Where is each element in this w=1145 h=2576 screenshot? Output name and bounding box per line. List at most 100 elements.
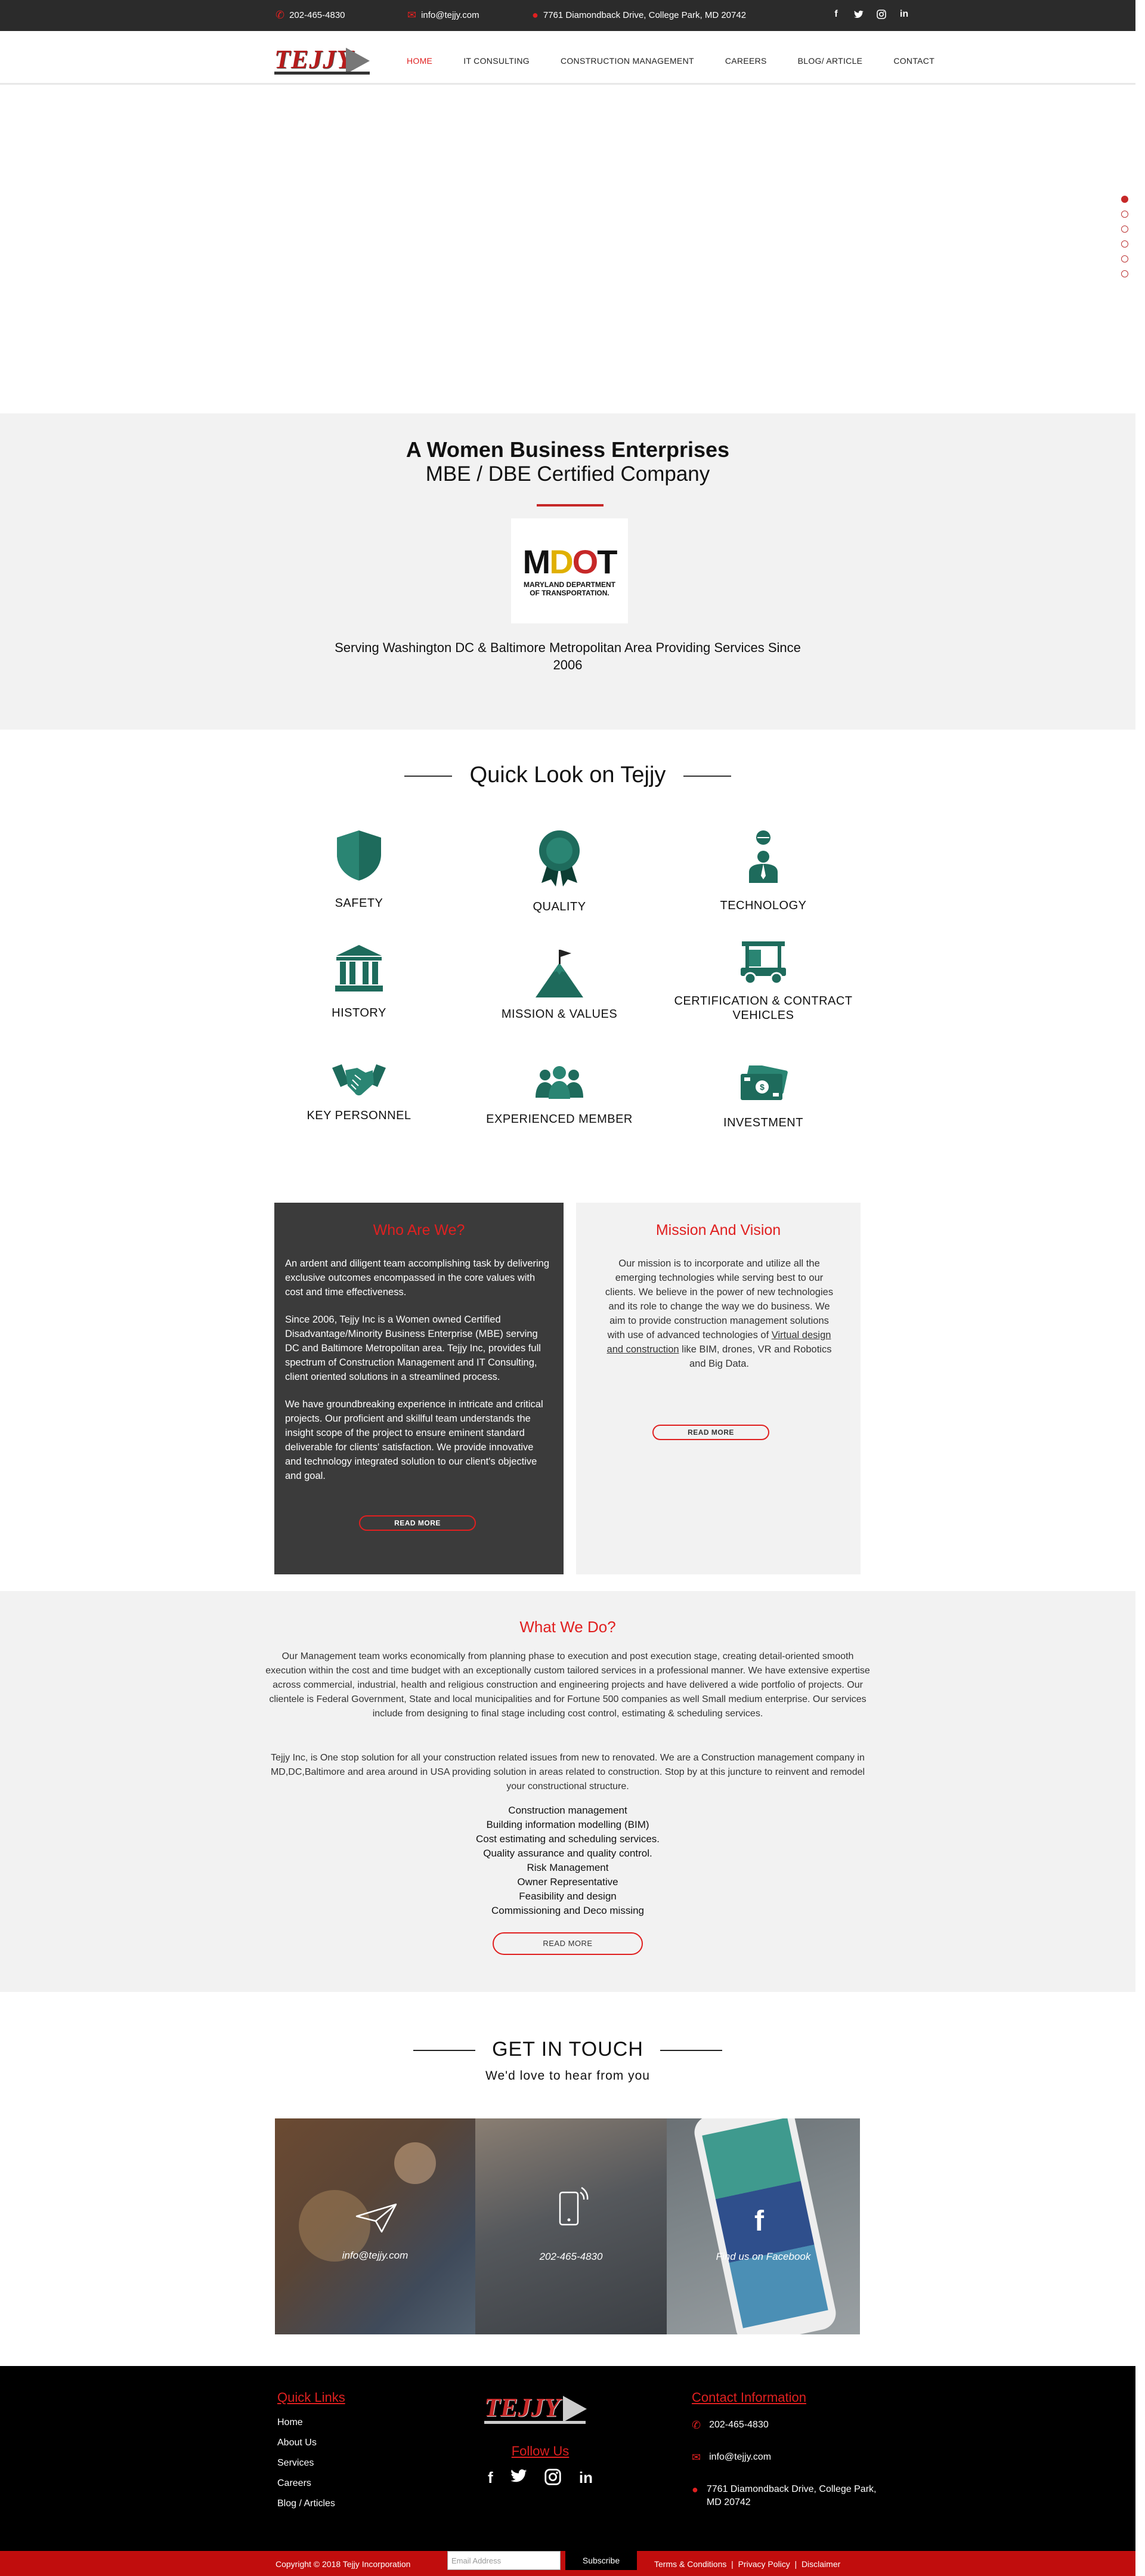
- who-title: Who Are We?: [373, 1222, 465, 1238]
- facebook-tile-text: Find us on Facebook: [716, 2251, 811, 2262]
- nav-item-it-consulting[interactable]: IT CONSULTING: [463, 56, 530, 66]
- mail-icon: ✉: [692, 2451, 701, 2463]
- slider-dot[interactable]: [1121, 196, 1128, 203]
- quicklook-experienced-member[interactable]: EXPERIENCED MEMBER: [464, 1064, 655, 1126]
- wbe-subtitle: MBE / DBE Certified Company: [425, 462, 710, 486]
- wwd-title: What We Do?: [519, 1618, 616, 1636]
- serving-text: Serving Washington DC & Baltimore Metrop…: [335, 640, 801, 672]
- quicklook-technology[interactable]: TECHNOLOGY: [668, 828, 859, 913]
- main-navigation: TEJJY HOME IT CONSULTING CONSTRUCTION MA…: [0, 31, 1135, 85]
- topbar-address-text: 7761 Diamondback Drive, College Park, MD…: [543, 10, 747, 20]
- email-tile[interactable]: info@tejjy.com: [275, 2118, 475, 2334]
- slider-dot[interactable]: [1121, 226, 1128, 233]
- nav-item-blog[interactable]: BLOG/ ARTICLE: [798, 56, 863, 66]
- lightbulb-person-icon: [749, 830, 778, 883]
- quicklook-label: SAFETY: [335, 897, 383, 910]
- nav-item-construction-management[interactable]: CONSTRUCTION MANAGEMENT: [561, 56, 694, 66]
- facebook-tile[interactable]: f Find us on Facebook: [667, 2118, 860, 2334]
- terms-link[interactable]: Terms & Conditions: [654, 2559, 726, 2569]
- who-paragraph-1: An ardent and diligent team accomplishin…: [285, 1258, 550, 1298]
- footer-link-home[interactable]: Home: [277, 2413, 345, 2433]
- facebook-icon[interactable]: f: [829, 7, 843, 21]
- facebook-icon[interactable]: f: [488, 2469, 493, 2489]
- svg-text:$: $: [760, 1082, 765, 1092]
- quicklook-investment[interactable]: $ INVESTMENT: [668, 1065, 859, 1130]
- service-item: Feasibility and design: [519, 1891, 617, 1902]
- quicklook-certification[interactable]: CERTIFICATION & CONTRACT VEHICLES: [668, 940, 859, 1023]
- wwd-paragraph-1: Our Management team works economically f…: [265, 1651, 870, 1719]
- hero-slider: [0, 87, 1135, 413]
- mdot-line2: OF TRANSPORTATION.: [530, 589, 609, 597]
- footer-email[interactable]: ✉ info@tejjy.com: [692, 2451, 889, 2464]
- quicklook-mission-values[interactable]: MISSION & VALUES: [464, 949, 655, 1021]
- service-item: Owner Representative: [517, 1876, 618, 1888]
- slider-dot[interactable]: [1121, 255, 1128, 262]
- quicklook-history[interactable]: HISTORY: [264, 943, 454, 1020]
- get-in-touch-title-text: GET IN TOUCH: [492, 2038, 643, 2061]
- privacy-link[interactable]: Privacy Policy: [738, 2559, 790, 2569]
- instagram-icon[interactable]: [544, 2469, 562, 2489]
- service-item: Cost estimating and scheduling services.: [475, 1833, 660, 1845]
- subscribe-button[interactable]: Subscribe: [565, 2551, 637, 2570]
- copyright-text: Copyright © 2018 Tejjy Incorporation: [276, 2559, 411, 2569]
- newsletter-email-input[interactable]: Email Address: [447, 2551, 561, 2570]
- tejjy-logo[interactable]: TEJJY: [274, 44, 388, 78]
- nav-item-contact[interactable]: CONTACT: [893, 56, 934, 66]
- topbar-address: ● 7761 Diamondback Drive, College Park, …: [532, 10, 746, 20]
- footer-phone[interactable]: ✆ 202-465-4830: [692, 2419, 889, 2432]
- shield-icon: [337, 830, 381, 881]
- quicklook-quality[interactable]: QUALITY: [464, 829, 655, 914]
- quicklook-key-personnel[interactable]: KEY PERSONNEL: [264, 1062, 454, 1123]
- wbe-title: A Women Business Enterprises: [406, 437, 730, 462]
- email-tile-text: info@tejjy.com: [342, 2250, 409, 2261]
- quicklook-label: CERTIFICATION & CONTRACT VEHICLES: [674, 994, 853, 1022]
- topbar-email[interactable]: ✉ info@tejjy.com: [407, 10, 479, 20]
- instagram-icon[interactable]: [874, 7, 889, 21]
- wwd-read-more-button[interactable]: READ MORE: [493, 1932, 643, 1955]
- location-pin-icon: ●: [532, 9, 539, 21]
- location-pin-icon: ●: [692, 2484, 698, 2495]
- topbar-email-text: info@tejjy.com: [421, 10, 479, 20]
- twitter-icon[interactable]: [852, 7, 866, 21]
- footer-link-about[interactable]: About Us: [277, 2433, 345, 2453]
- mail-icon: ✉: [407, 9, 417, 21]
- quicklook-label: QUALITY: [533, 900, 586, 913]
- topbar-phone-text: 202-465-4830: [289, 10, 345, 20]
- disclaimer-link[interactable]: Disclaimer: [802, 2559, 840, 2569]
- twitter-icon[interactable]: [510, 2469, 527, 2489]
- mountain-flag-icon: [536, 950, 583, 997]
- phone-tile[interactable]: 202-465-4830: [475, 2118, 667, 2334]
- quicklook-label: HISTORY: [332, 1006, 386, 1020]
- who-read-more-button[interactable]: READ MORE: [359, 1515, 476, 1531]
- quick-links: Quick Links Home About Us Services Caree…: [277, 2390, 345, 2514]
- service-item: Quality assurance and quality control.: [483, 1848, 652, 1859]
- quicklook-safety[interactable]: SAFETY: [264, 828, 454, 910]
- footer-link-services[interactable]: Services: [277, 2453, 345, 2473]
- slider-dot[interactable]: [1121, 211, 1128, 218]
- mdot-logo-mark: MDOT: [522, 543, 618, 580]
- footer-link-careers[interactable]: Careers: [277, 2473, 345, 2494]
- quicklook-title-text: Quick Look on Tejjy: [469, 762, 666, 787]
- get-in-touch-subtitle: We'd love to hear from you: [485, 2069, 650, 2083]
- footer-address: ● 7761 Diamondback Drive, College Park, M…: [692, 2483, 889, 2509]
- follow-us-title: Follow Us: [511, 2444, 570, 2458]
- paper-plane-icon: [355, 2203, 397, 2233]
- nav-item-home[interactable]: HOME: [407, 56, 432, 66]
- mission-read-more-button[interactable]: READ MORE: [652, 1425, 769, 1440]
- service-item: Building information modelling (BIM): [486, 1819, 649, 1830]
- contact-title: Contact Information: [692, 2390, 806, 2405]
- linkedin-icon[interactable]: in: [579, 2469, 593, 2489]
- wwd-paragraph-2: Tejjy Inc, is One stop solution for all …: [270, 1753, 865, 1792]
- quicklook-title: Quick Look on Tejjy: [0, 762, 1135, 788]
- linkedin-icon[interactable]: in: [897, 7, 911, 21]
- topbar-social: f in: [829, 7, 911, 21]
- slider-dot[interactable]: [1121, 240, 1128, 248]
- footer-link-blog[interactable]: Blog / Articles: [277, 2494, 345, 2514]
- mobile-phone-icon: [559, 2186, 589, 2226]
- nav-item-careers[interactable]: CAREERS: [725, 56, 767, 66]
- footer: Quick Links Home About Us Services Caree…: [0, 2366, 1135, 2551]
- who-are-we-card: Who Are We? An ardent and diligent team …: [274, 1203, 564, 1574]
- topbar-phone[interactable]: ✆ 202-465-4830: [276, 10, 345, 20]
- footer-logo[interactable]: TEJJY: [484, 2392, 604, 2426]
- slider-dot[interactable]: [1121, 270, 1128, 277]
